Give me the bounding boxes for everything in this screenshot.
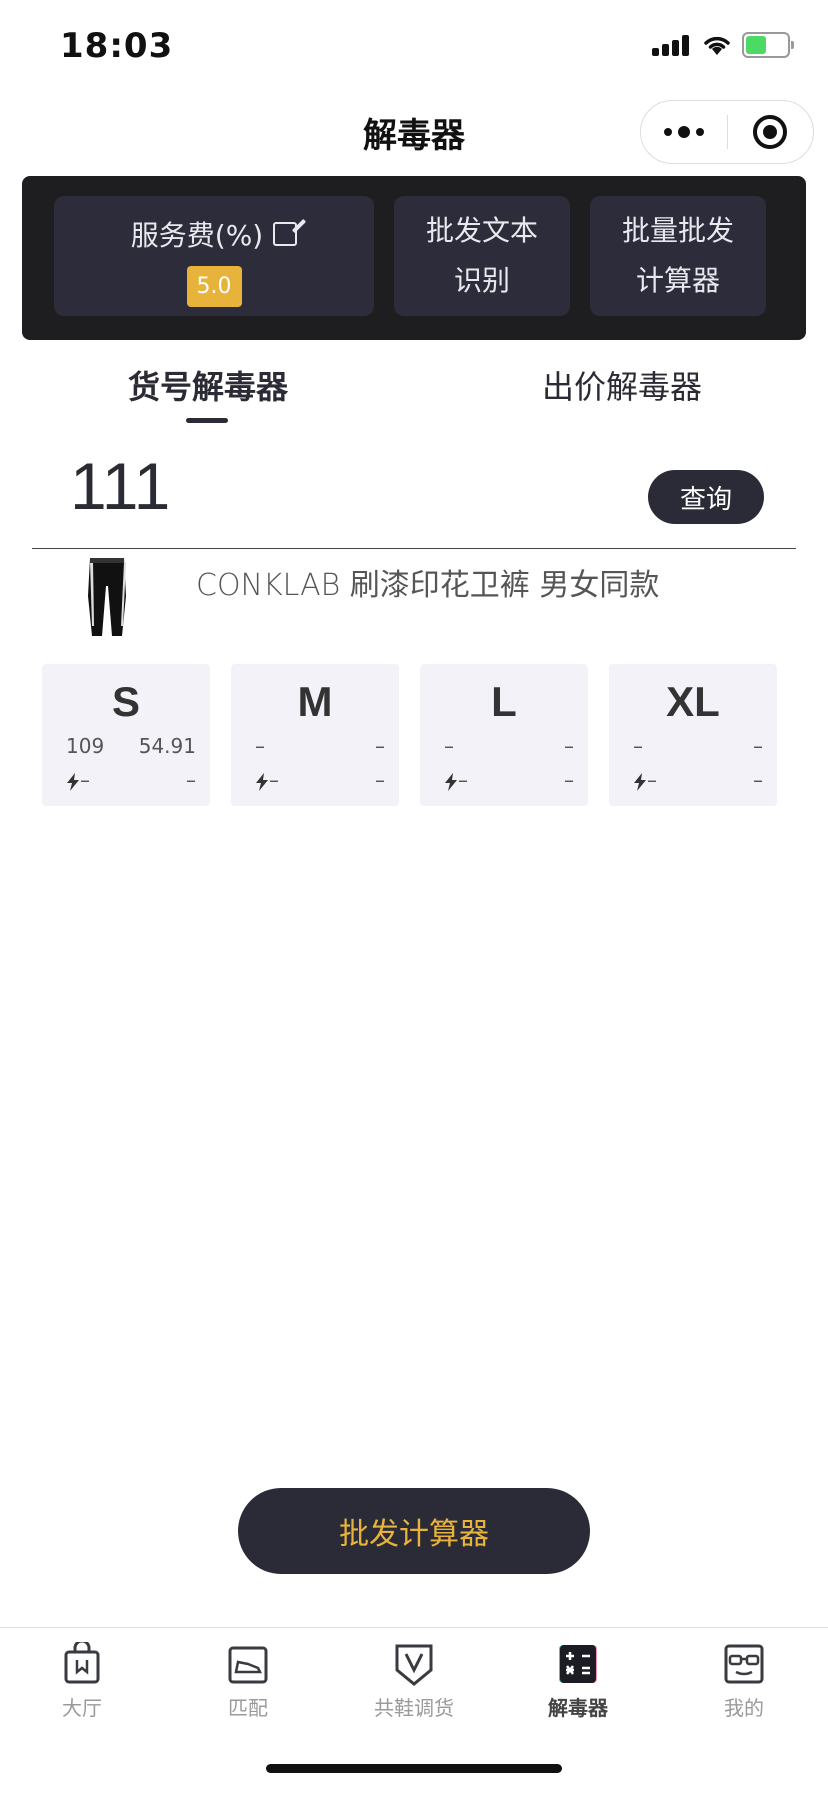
size-label: M — [297, 678, 333, 725]
size-price: 109 — [66, 734, 105, 758]
lightning-icon — [634, 772, 646, 791]
size-label: S — [111, 678, 140, 725]
tabbar-item-transfer[interactable]: 共鞋调货 — [354, 1642, 474, 1721]
tabbar-label: 匹配 — [228, 1696, 268, 1720]
tools-panel: 服务费(%) 5.0 批发文本 识别 批量批发 计算器 — [22, 176, 806, 340]
tab-bid-decoder[interactable]: 出价解毒器 — [542, 362, 702, 408]
service-fee-value: 5.0 — [186, 266, 242, 307]
size-fast-value: – — [375, 768, 385, 792]
size-price: – — [444, 734, 454, 758]
target-icon — [753, 115, 788, 149]
batch-calculator-line2: 计算器 — [635, 264, 720, 297]
more-dots-icon — [663, 126, 704, 138]
size-fast-price: – — [80, 768, 90, 792]
tab-indicator — [186, 418, 228, 423]
batch-calculator-line1: 批量批发 — [621, 214, 734, 247]
input-underline — [32, 548, 796, 549]
size-value: – — [375, 734, 385, 758]
size-card-s[interactable]: S 109 54.91 – – — [42, 664, 210, 806]
service-fee-label: 服务费(%) — [130, 219, 264, 252]
size-fast-value: – — [564, 768, 574, 792]
wholesale-calculator-button[interactable]: 批发计算器 — [238, 1488, 590, 1574]
v-shield-icon — [395, 1644, 433, 1686]
status-icons — [652, 32, 794, 58]
size-label: L — [491, 678, 517, 725]
tabbar-item-lobby[interactable]: 大厅 — [22, 1642, 142, 1721]
size-price: – — [633, 734, 643, 758]
size-card-m[interactable]: M – – – – — [231, 664, 399, 806]
product-image[interactable] — [84, 556, 130, 640]
tabbar-label: 我的 — [724, 1696, 764, 1720]
text-recognition-line2: 识别 — [453, 264, 510, 297]
tabbar-label: 解毒器 — [548, 1696, 608, 1720]
more-button[interactable] — [641, 101, 727, 163]
size-card-l[interactable]: L – – – – — [420, 664, 588, 806]
signal-icon — [652, 34, 692, 56]
tabbar-item-decoder[interactable]: 解毒器 — [518, 1642, 638, 1721]
shoe-box-icon — [228, 1646, 268, 1684]
sku-input[interactable]: 111 — [70, 448, 170, 524]
size-fast-value: – — [186, 768, 196, 792]
mini-program-capsule — [640, 100, 814, 164]
size-fast-price: – — [647, 768, 657, 792]
edit-icon — [273, 222, 298, 246]
tab-sku-decoder[interactable]: 货号解毒器 — [128, 362, 288, 408]
size-fast-value: – — [753, 768, 763, 792]
shopping-bag-icon — [64, 1642, 100, 1684]
status-time: 18:03 — [60, 26, 174, 66]
lightning-icon — [445, 772, 457, 791]
size-fast-price: – — [458, 768, 468, 792]
service-fee-button[interactable]: 服务费(%) 5.0 — [54, 196, 374, 316]
size-value: 54.91 — [138, 734, 196, 758]
tabbar-label: 大厅 — [62, 1696, 102, 1720]
size-price: – — [255, 734, 265, 758]
tabbar-item-mine[interactable]: 我的 — [684, 1642, 804, 1721]
calculator-icon — [559, 1645, 597, 1683]
tabbar-item-match[interactable]: 匹配 — [188, 1642, 308, 1721]
lightning-icon — [256, 772, 268, 791]
product-name: CONKLAB 刷漆印花卫裤 男女同款 — [196, 568, 660, 603]
wifi-icon — [704, 36, 730, 55]
tabbar-label: 共鞋调货 — [374, 1696, 454, 1720]
lightning-icon — [67, 772, 79, 791]
text-recognition-button[interactable]: 批发文本 识别 — [394, 196, 570, 316]
close-button[interactable] — [728, 101, 814, 163]
query-button[interactable]: 查询 — [648, 470, 764, 524]
size-value: – — [753, 734, 763, 758]
battery-icon — [742, 32, 794, 58]
size-card-xl[interactable]: XL – – – – — [609, 664, 777, 806]
batch-calculator-button[interactable]: 批量批发 计算器 — [590, 196, 766, 316]
size-label: XL — [666, 678, 720, 725]
glasses-face-icon — [724, 1644, 764, 1684]
text-recognition-line1: 批发文本 — [425, 214, 538, 247]
size-fast-price: – — [269, 768, 279, 792]
size-value: – — [564, 734, 574, 758]
home-indicator — [266, 1764, 562, 1773]
